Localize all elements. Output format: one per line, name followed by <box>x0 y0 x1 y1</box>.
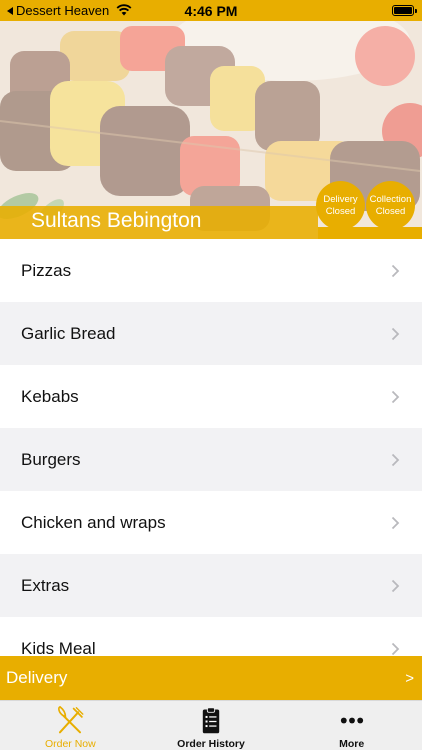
chevron-right-icon <box>391 453 400 466</box>
menu-category-label: Kids Meal <box>21 638 96 657</box>
clipboard-list-icon <box>202 707 220 734</box>
menu-category-label: Burgers <box>21 449 81 469</box>
chevron-right-icon <box>391 579 400 592</box>
menu-category-garlic-bread[interactable]: Garlic Bread <box>0 302 422 365</box>
restaurant-name: Sultans Bebington <box>31 209 202 232</box>
chevron-right-icon <box>391 390 400 403</box>
menu-category-label: Extras <box>21 575 70 595</box>
delivery-status-badge: Delivery Closed <box>316 181 365 230</box>
tab-order-history[interactable]: Order History <box>141 701 282 750</box>
tab-order-now[interactable]: Order Now <box>0 701 141 750</box>
fork-knife-icon <box>58 705 84 734</box>
menu-category-label: Pizzas <box>21 260 72 280</box>
menu-category-label: Garlic Bread <box>21 323 116 343</box>
menu-category-kids-meal[interactable]: Kids Meal <box>0 617 422 656</box>
menu-category-kebabs[interactable]: Kebabs <box>0 365 422 428</box>
menu-category-chicken-and-wraps[interactable]: Chicken and wraps <box>0 491 422 554</box>
delivery-mode-label: Delivery <box>6 668 68 687</box>
battery-icon <box>392 5 417 16</box>
chevron-right-icon <box>391 642 400 655</box>
tab-label: Order Now <box>44 738 96 750</box>
status-bar: Dessert Heaven 4:46 PM <box>0 0 422 21</box>
delivery-mode-bar[interactable]: Delivery > <box>0 656 422 700</box>
clock: 4:46 PM <box>184 3 238 19</box>
more-dots-icon <box>340 717 363 724</box>
menu-category-pizzas[interactable]: Pizzas <box>0 239 422 302</box>
bottom-tab-bar: Order Now Order History More <box>0 700 422 750</box>
chevron-right-icon <box>391 516 400 529</box>
menu-category-label: Chicken and wraps <box>21 512 166 532</box>
tab-more[interactable]: More <box>281 701 422 750</box>
chevron-right-icon <box>391 264 400 277</box>
restaurant-name-bar: Sultans Bebington <box>0 206 318 239</box>
chevron-right-icon: > <box>405 669 414 687</box>
collection-status-badge: Collection Closed <box>366 181 415 230</box>
chevron-right-icon <box>391 327 400 340</box>
menu-category-burgers[interactable]: Burgers <box>0 428 422 491</box>
restaurant-hero: Sultans Bebington Delivery Closed Collec… <box>0 21 422 239</box>
tab-label: Order History <box>177 738 245 750</box>
menu-category-extras[interactable]: Extras <box>0 554 422 617</box>
tab-label: More <box>339 738 365 750</box>
menu-category-label: Kebabs <box>21 386 79 406</box>
menu-category-list[interactable]: Pizzas Garlic Bread Kebabs Burgers Chick… <box>0 239 422 656</box>
